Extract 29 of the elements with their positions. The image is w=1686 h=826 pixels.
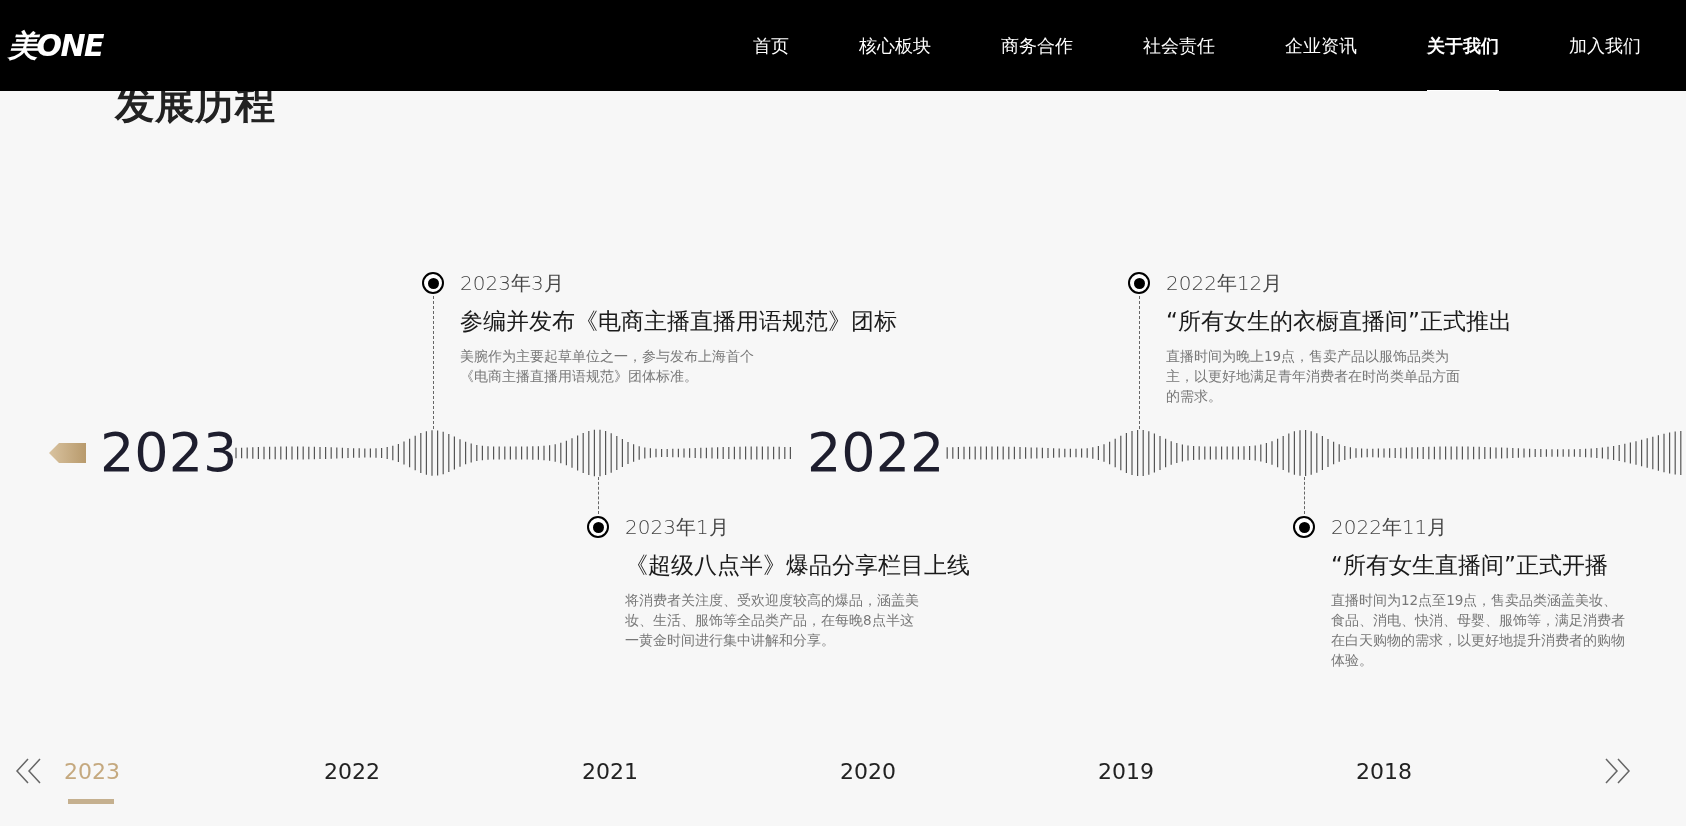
nav-link[interactable]: 首页	[753, 0, 789, 91]
event-date: 2022年11月	[1331, 514, 1449, 540]
event-date: 2023年1月	[625, 514, 730, 540]
event-title: “所有女生的衣橱直播间”正式推出	[1166, 307, 1512, 336]
nav-link[interactable]: 社会责任	[1143, 0, 1215, 91]
nav-link[interactable]: 核心板块	[859, 0, 931, 91]
nav-link[interactable]: 加入我们	[1569, 0, 1641, 91]
event-title: 《超级八点半》爆品分享栏目上线	[625, 551, 970, 580]
event-description: 美腕作为主要起草单位之一，参与发布上海首个《电商主播直播用语规范》团体标准。	[460, 347, 755, 386]
event-description: 直播时间为晚上19点，售卖产品以服饰品类为主，以更好地满足青年消费者在时尚类单品方面的需求。	[1166, 347, 1461, 406]
timeline-year: 2023	[100, 421, 238, 485]
event-date: 2022年12月	[1166, 270, 1284, 296]
event-date: 2023年3月	[460, 270, 565, 296]
nav-link[interactable]: 关于我们	[1427, 0, 1499, 91]
event-description: 直播时间为12点至19点，售卖品类涵盖美妆、食品、消电、快消、母婴、服饰等，满足消费者在白天购物的需求，以更好地提升消费者的购物体验。	[1331, 591, 1626, 670]
double-chevron-right-icon[interactable]	[1602, 756, 1632, 786]
nav-link[interactable]: 企业资讯	[1285, 0, 1357, 91]
year-tab[interactable]: 2019	[1096, 738, 1354, 804]
year-tab[interactable]: 2022	[322, 738, 580, 804]
logo[interactable]: 美ONE	[8, 23, 104, 68]
event-description: 将消费者关注度、受欢迎度较高的爆品，涵盖美妆、生活、服饰等全品类产品，在每晚8点半这一黄金时间进行集中讲解和分享。	[625, 591, 920, 650]
nav-link[interactable]: 商务合作	[1001, 0, 1073, 91]
double-chevron-left-icon[interactable]	[14, 756, 44, 786]
timeline-year: 2022	[807, 421, 945, 485]
event-title: 参编并发布《电商主播直播用语规范》团标	[460, 307, 897, 336]
year-tab[interactable]: 2021	[580, 738, 838, 804]
year-tab[interactable]: 2020	[838, 738, 1096, 804]
event-title: “所有女生直播间”正式开播	[1331, 551, 1609, 580]
year-tab[interactable]: 2018	[1354, 738, 1612, 804]
